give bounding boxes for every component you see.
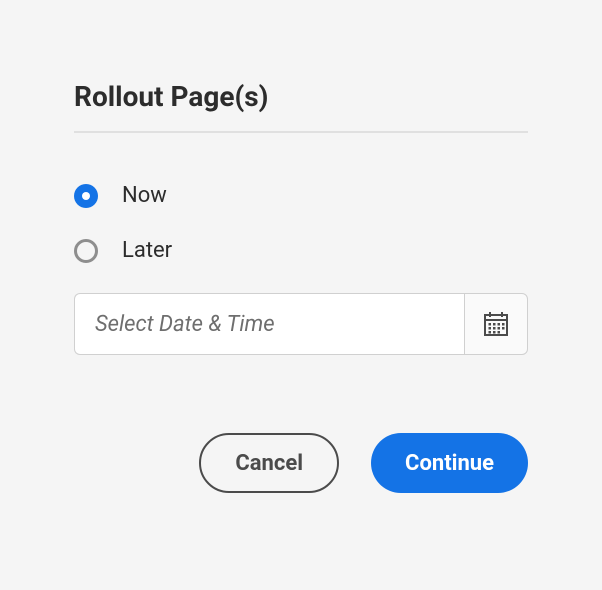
datetime-input[interactable] <box>74 293 464 355</box>
radio-label-now: Now <box>122 183 167 208</box>
radio-selected-icon <box>74 184 98 208</box>
calendar-icon <box>483 311 509 337</box>
calendar-button[interactable] <box>464 293 528 355</box>
datetime-row <box>74 293 528 355</box>
dialog-title: Rollout Page(s) <box>74 80 528 113</box>
schedule-radio-group: Now Later <box>74 183 528 263</box>
divider <box>74 131 528 133</box>
continue-button[interactable]: Continue <box>371 433 528 493</box>
radio-option-later[interactable]: Later <box>74 238 528 263</box>
radio-unselected-icon <box>74 239 98 263</box>
cancel-button[interactable]: Cancel <box>199 433 339 493</box>
button-row: Cancel Continue <box>74 433 528 493</box>
radio-option-now[interactable]: Now <box>74 183 528 208</box>
radio-label-later: Later <box>122 238 172 263</box>
